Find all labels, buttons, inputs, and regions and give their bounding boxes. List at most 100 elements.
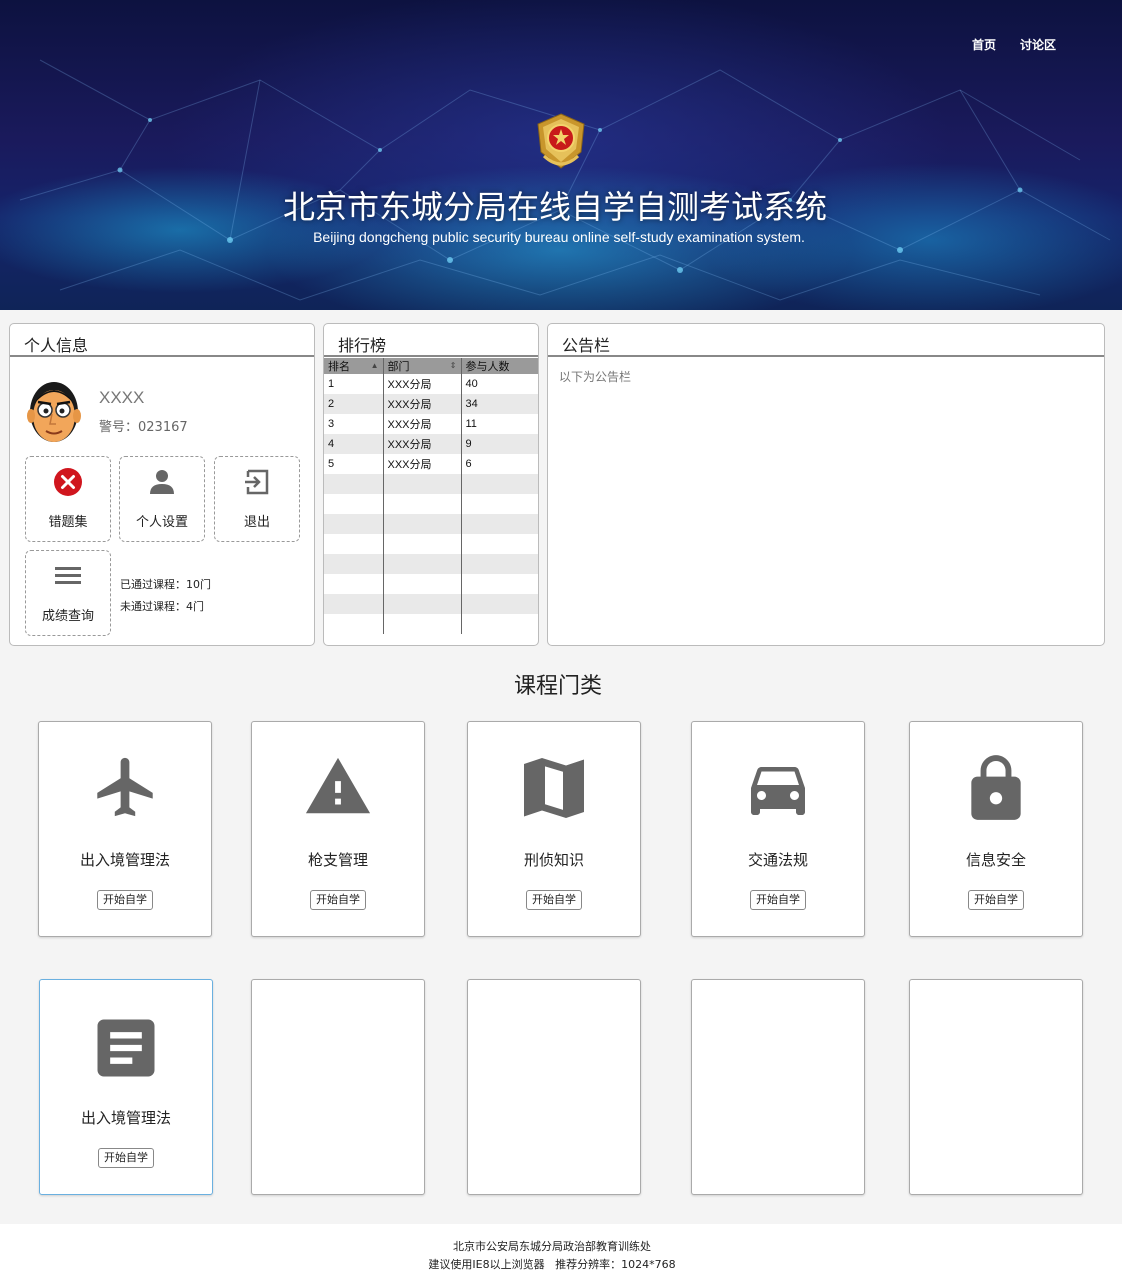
table-row[interactable] [324,534,538,554]
airplane-icon [97,757,153,817]
rank-cell [324,594,384,614]
logout-button[interactable]: 退出 [214,456,300,542]
department-cell: XXX分局 [383,374,462,394]
participants-cell [461,534,538,554]
column-header-rank[interactable]: 排名 ▲ [324,358,384,374]
police-emblem-icon [537,113,585,169]
rank-cell: 1 [324,374,384,394]
badge-number: 警号：023167 [99,420,188,435]
rank-cell [324,534,384,554]
course-name: 信息安全 [965,851,1026,869]
error-icon [54,468,82,496]
header-banner: 首页 讨论区 北京市东城分局在线自学自测考试系统 Beijing dongche… [0,0,1122,310]
score-query-button[interactable]: 成绩查询 [25,550,111,636]
site-title: 北京市东城分局在线自学自测考试系统 [282,188,827,226]
course-name: 出入境管理法 [79,851,170,869]
empty-course-card [251,979,425,1195]
department-cell [383,594,462,614]
footer: 北京市公安局东城分局政治部教育训练处 建议使用IE8以上浏览器 推荐分辨率：10… [0,1224,1122,1283]
start-study-button[interactable]: 开始自学 [526,890,582,910]
table-row[interactable] [324,614,538,634]
table-row[interactable] [324,474,538,494]
department-cell [383,574,462,594]
table-row[interactable]: 3 XXX分局 11 [324,414,538,434]
course-card: 枪支管理 开始自学 [251,721,425,937]
person-icon [150,470,174,494]
passed-courses: 已通过课程：10门 [120,578,211,591]
notice-text: 以下为公告栏 [559,370,632,384]
participants-cell: 6 [461,454,538,474]
empty-course-card [909,979,1083,1195]
profile-heading: 个人信息 [10,324,314,357]
column-header-department[interactable]: 部门 ⇕ [383,358,462,374]
course-name: 刑侦知识 [523,851,584,869]
empty-course-card [467,979,641,1195]
course-card: 出入境管理法 开始自学 [38,721,212,937]
tile-label: 个人设置 [135,515,188,530]
menu-icon [55,567,81,584]
table-row[interactable]: 2 XXX分局 34 [324,394,538,414]
profile-panel: 个人信息 XXXX 警号：023167 错题集 个人设置 退出 成绩查询 已通过… [9,323,315,646]
participants-cell: 34 [461,394,538,414]
rank-cell: 5 [324,454,384,474]
rank-cell [324,614,384,634]
participants-cell [461,574,538,594]
ranking-table: 排名 ▲ 部门 ⇕ 参与人数 1 XXX分局 40 2 XXX分局 34 3 XXX分局 11 4 XX… [324,358,538,645]
participants-cell [461,614,538,634]
start-study-button[interactable]: 开始自学 [750,890,806,910]
sort-asc-icon: ▲ [370,361,379,370]
table-row[interactable]: 4 XXX分局 9 [324,434,538,454]
table-row[interactable] [324,574,538,594]
tile-label: 错题集 [48,515,88,530]
table-row[interactable] [324,554,538,574]
avatar [27,382,81,442]
table-row[interactable]: 1 XXX分局 40 [324,374,538,394]
column-header-participants[interactable]: 参与人数 [461,358,538,374]
user-name: XXXX [99,388,145,407]
table-row[interactable] [324,594,538,614]
footer-org: 北京市公安局东城分局政治部教育训练处 [453,1240,651,1253]
failed-courses: 未通过课程：4门 [120,600,204,613]
course-name: 出入境管理法 [80,1109,171,1127]
participants-cell [461,494,538,514]
rank-cell [324,554,384,574]
map-icon [524,758,584,818]
rank-cell: 4 [324,434,384,454]
empty-course-card [691,979,865,1195]
rank-cell [324,494,384,514]
department-cell [383,554,462,574]
course-name: 交通法规 [747,851,808,869]
course-section-title: 课程门类 [513,674,602,699]
department-cell [383,614,462,634]
department-cell: XXX分局 [383,454,462,474]
footer-browser-note: 建议使用IE8以上浏览器 推荐分辨率：1024*768 [428,1258,676,1271]
wrong-questions-button[interactable]: 错题集 [25,456,111,542]
department-cell [383,514,462,534]
department-cell: XXX分局 [383,394,462,414]
start-study-button[interactable]: 开始自学 [97,890,153,910]
settings-button[interactable]: 个人设置 [119,456,205,542]
nav-forum-link[interactable]: 讨论区 [1020,36,1056,53]
table-row[interactable] [324,514,538,534]
department-cell [383,534,462,554]
table-header-row: 排名 ▲ 部门 ⇕ 参与人数 [324,358,538,374]
table-row[interactable] [324,494,538,514]
rank-cell: 3 [324,414,384,434]
table-row[interactable]: 5 XXX分局 6 [324,454,538,474]
start-study-button[interactable]: 开始自学 [310,890,366,910]
course-card: 刑侦知识 开始自学 [467,721,641,937]
ranking-panel: 排行榜 排名 ▲ 部门 ⇕ 参与人数 1 XXX分局 40 2 XXX分局 34 3 XXX分局 1… [323,323,539,646]
department-cell [383,494,462,514]
warning-icon [305,757,371,814]
participants-cell [461,594,538,614]
participants-cell: 40 [461,374,538,394]
participants-cell: 11 [461,414,538,434]
notice-panel: 公告栏 以下为公告栏 [547,323,1105,646]
participants-cell [461,554,538,574]
start-study-button[interactable]: 开始自学 [98,1148,154,1168]
notice-heading: 公告栏 [548,324,1104,357]
nav-home-link[interactable]: 首页 [972,36,996,53]
start-study-button[interactable]: 开始自学 [968,890,1024,910]
exit-icon [245,469,269,495]
department-cell: XXX分局 [383,434,462,454]
